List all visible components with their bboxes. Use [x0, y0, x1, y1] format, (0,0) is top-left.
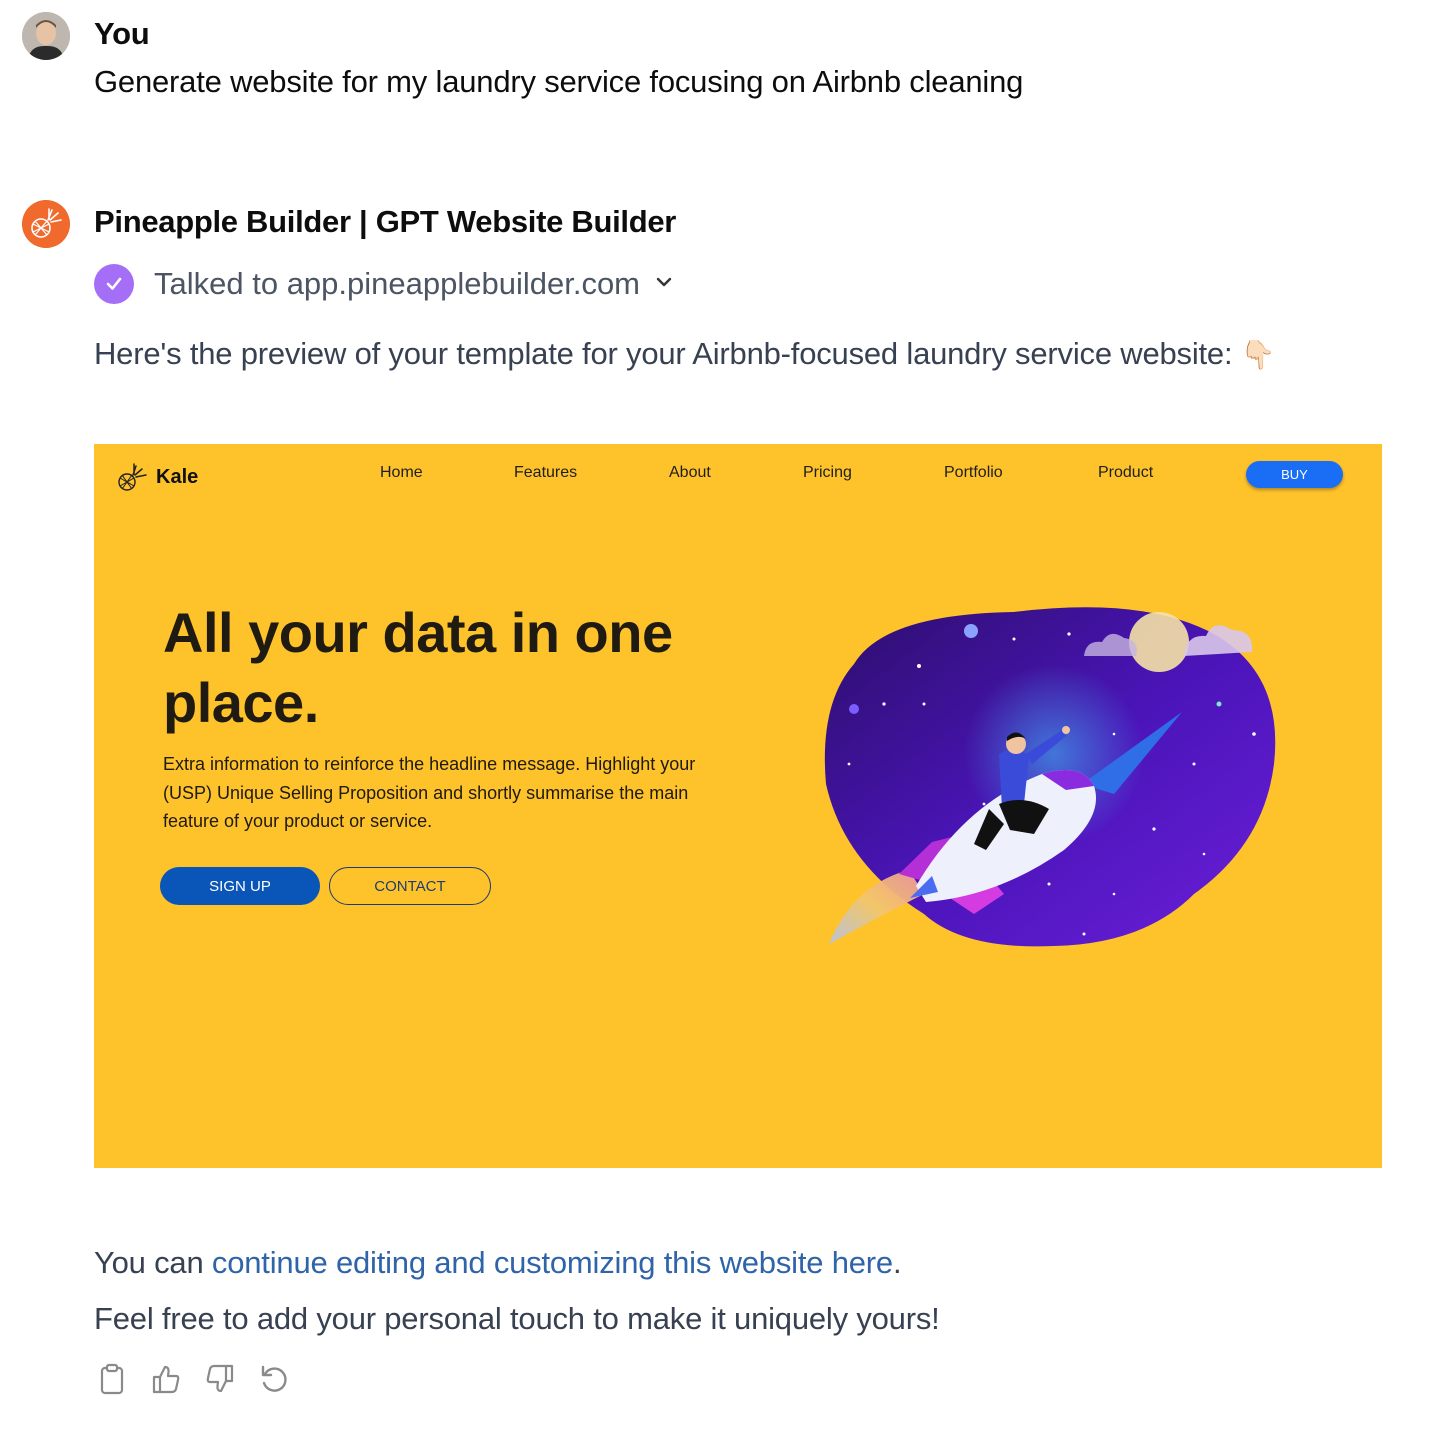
closing-message: Feel free to add your personal touch to … — [94, 1301, 940, 1336]
chevron-down-icon[interactable] — [654, 272, 674, 297]
user-message: Generate website for my laundry service … — [94, 64, 1024, 99]
regenerate-icon[interactable] — [258, 1362, 290, 1396]
thumbs-down-icon[interactable] — [204, 1362, 236, 1396]
edit-instructions: You can continue editing and customizing… — [94, 1245, 902, 1281]
website-preview[interactable]: Kale Home Features About Pricing Portfol… — [94, 444, 1382, 1168]
nav-product[interactable]: Product — [1098, 464, 1153, 482]
nav-about[interactable]: About — [669, 464, 711, 482]
pineapple-builder-avatar — [22, 200, 70, 248]
pineapple-icon — [118, 463, 147, 491]
check-icon — [94, 264, 134, 304]
user-name: You — [94, 16, 150, 51]
hero-subtitle: Extra information to reinforce the headl… — [163, 754, 696, 831]
buy-button[interactable]: BUY — [1246, 461, 1343, 488]
kale-logo[interactable]: Kale — [116, 460, 198, 494]
brand-name: Kale — [156, 465, 199, 488]
tool-status-row[interactable]: Talked to app.pineapplebuilder.com — [94, 262, 674, 306]
assistant-intro-text: Here's the preview of your template for … — [94, 336, 1233, 371]
thumbs-up-icon[interactable] — [150, 1362, 182, 1396]
nav-home[interactable]: Home — [380, 464, 423, 482]
user-avatar — [22, 12, 70, 60]
message-actions — [96, 1362, 290, 1396]
nav-portfolio[interactable]: Portfolio — [944, 464, 1003, 482]
hero-title: All your data in one place. — [163, 601, 673, 734]
nav-features[interactable]: Features — [514, 464, 577, 482]
assistant-intro: Here's the preview of your template for … — [94, 336, 1276, 372]
assistant-name: Pineapple Builder | GPT Website Builder — [94, 204, 677, 239]
edit-suffix: . — [892, 1245, 902, 1280]
edit-website-link[interactable]: continue editing and customizing this we… — [212, 1245, 893, 1280]
pointing-down-emoji: 👇🏻 — [1240, 339, 1276, 370]
edit-prefix: You can — [94, 1245, 212, 1280]
contact-button[interactable]: CONTACT — [329, 867, 491, 905]
rocket-illustration — [824, 607, 1276, 947]
nav-pricing[interactable]: Pricing — [803, 464, 852, 482]
sign-up-button[interactable]: SIGN UP — [160, 867, 320, 905]
tool-status-text: Talked to app.pineapplebuilder.com — [154, 266, 641, 301]
copy-icon[interactable] — [96, 1362, 128, 1396]
